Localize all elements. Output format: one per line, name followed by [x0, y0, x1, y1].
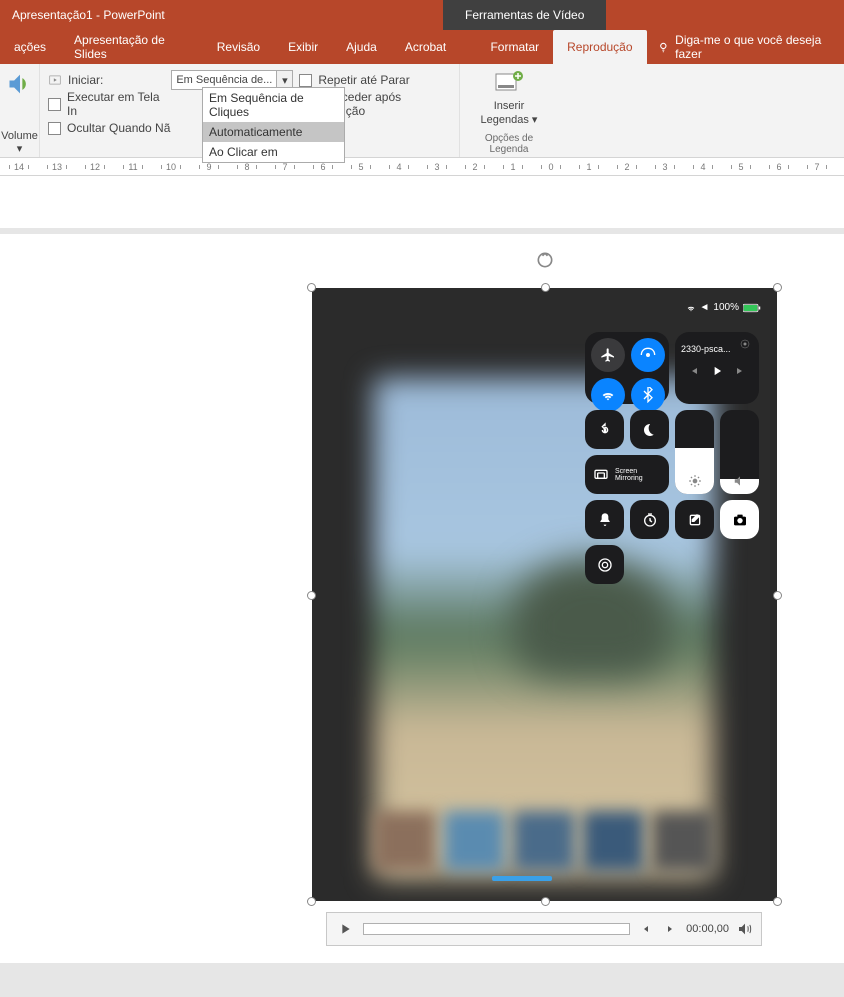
play-icon[interactable] — [710, 364, 724, 378]
tell-me-search[interactable]: Diga-me o que você deseja fazer — [647, 33, 844, 61]
insert-captions-icon[interactable] — [494, 70, 524, 94]
airdrop-button[interactable] — [631, 338, 665, 372]
dropdown-item-sequence[interactable]: Em Sequência de Cliques — [203, 88, 344, 122]
notes-button[interactable] — [675, 500, 714, 539]
resize-handle-mr[interactable] — [773, 591, 782, 600]
sun-icon — [688, 474, 702, 488]
dropdown-item-auto[interactable]: Automaticamente — [203, 122, 344, 142]
tab-slideshow[interactable]: Apresentação de Slides — [60, 30, 203, 64]
resize-handle-tl[interactable] — [307, 283, 316, 292]
control-center: 2330-psca... ScreenMirroring — [585, 332, 761, 590]
resize-handle-br[interactable] — [773, 897, 782, 906]
slide-edge — [0, 228, 844, 234]
resize-handle-tr[interactable] — [773, 283, 782, 292]
play-button[interactable] — [335, 919, 355, 939]
ribbon: Volume▾ Iniciar: Em Sequência de... ▾ Re… — [0, 64, 844, 158]
video-playbar: 00:00,00 — [326, 912, 762, 946]
battery-icon — [743, 303, 761, 313]
start-dropdown: Em Sequência de Cliques Automaticamente … — [202, 87, 345, 163]
slide-canvas[interactable]: ◄ 100% — [0, 176, 844, 963]
volume-icon[interactable] — [6, 70, 34, 98]
volume-group: Volume▾ — [0, 64, 40, 157]
lightbulb-icon — [657, 40, 670, 54]
resize-handle-bm[interactable] — [541, 897, 550, 906]
tell-me-label: Diga-me o que você deseja fazer — [675, 33, 834, 61]
start-value: Em Sequência de... — [176, 74, 272, 86]
airplane-mode-button[interactable] — [591, 338, 625, 372]
thumbnail-row — [374, 811, 714, 871]
step-forward-button[interactable] — [662, 921, 678, 937]
step-back-button[interactable] — [638, 921, 654, 937]
brightness-slider[interactable] — [675, 410, 714, 494]
volume-slider[interactable] — [720, 410, 759, 494]
accessibility-button[interactable] — [585, 545, 624, 584]
hide-checkbox[interactable] — [48, 122, 61, 135]
captions-button-label[interactable]: InserirLegendas ▾ — [481, 99, 538, 127]
connectivity-panel — [585, 332, 669, 404]
next-track-icon[interactable] — [734, 365, 746, 377]
fullscreen-label: Executar em Tela In — [67, 90, 168, 118]
loop-checkbox[interactable] — [299, 74, 312, 87]
horizontal-ruler: 1413121110987654321012345678 — [0, 158, 844, 176]
tab-help[interactable]: Ajuda — [332, 30, 391, 64]
camera-button[interactable] — [720, 500, 759, 539]
bottom-bar — [0, 963, 844, 997]
start-icon — [48, 73, 62, 87]
dropdown-item-click[interactable]: Ao Clicar em — [203, 142, 344, 162]
tab-review[interactable]: Revisão — [203, 30, 274, 64]
battery-percent: 100% — [713, 302, 739, 313]
airplay-audio-icon — [739, 338, 751, 350]
bluetooth-button[interactable] — [631, 378, 665, 412]
start-label: Iniciar: — [68, 73, 103, 87]
tab-partial[interactable]: ações — [0, 30, 60, 64]
resize-handle-bl[interactable] — [307, 897, 316, 906]
wifi-button[interactable] — [591, 378, 625, 412]
volume-label: Volume▾ — [1, 130, 38, 155]
video-options-group: Iniciar: Em Sequência de... ▾ Repetir at… — [40, 64, 460, 157]
loop-label: Repetir até Parar — [318, 73, 409, 87]
phone-status-bar: ◄ 100% — [686, 302, 761, 313]
speaker-icon — [733, 474, 747, 488]
resize-handle-ml[interactable] — [307, 591, 316, 600]
fullscreen-checkbox[interactable] — [48, 98, 61, 111]
timer-button[interactable] — [630, 500, 669, 539]
wifi-icon — [686, 303, 696, 313]
tab-playback[interactable]: Reprodução — [553, 30, 646, 64]
orientation-lock-button[interactable] — [585, 410, 624, 449]
video-object[interactable]: ◄ 100% — [312, 288, 777, 901]
playback-time: 00:00,00 — [686, 923, 729, 935]
thumb-indicator — [492, 876, 552, 881]
titlebar: Apresentação1 - PowerPoint Ferramentas d… — [0, 0, 844, 30]
ribbon-tabs: ações Apresentação de Slides Revisão Exi… — [0, 30, 844, 64]
notifications-button[interactable] — [585, 500, 624, 539]
media-panel[interactable]: 2330-psca... — [675, 332, 759, 404]
hide-label: Ocultar Quando Nã — [67, 121, 170, 135]
captions-group-label: Opções de Legenda — [468, 131, 550, 155]
screen-mirroring-button[interactable]: ScreenMirroring — [585, 455, 669, 494]
mute-button[interactable] — [737, 921, 753, 937]
resize-handle-tm[interactable] — [541, 283, 550, 292]
captions-group: InserirLegendas ▾ Opções de Legenda — [460, 64, 558, 157]
do-not-disturb-button[interactable] — [630, 410, 669, 449]
video-frame: ◄ 100% — [312, 288, 777, 901]
tab-acrobat[interactable]: Acrobat — [391, 30, 460, 64]
rotate-handle[interactable] — [535, 250, 555, 270]
tab-format[interactable]: Formatar — [476, 30, 553, 64]
tab-view[interactable]: Exibir — [274, 30, 332, 64]
contextual-tab-header: Ferramentas de Vídeo — [443, 0, 606, 30]
window-title: Apresentação1 - PowerPoint — [0, 8, 165, 22]
prev-track-icon[interactable] — [688, 365, 700, 377]
seek-track[interactable] — [363, 923, 630, 935]
